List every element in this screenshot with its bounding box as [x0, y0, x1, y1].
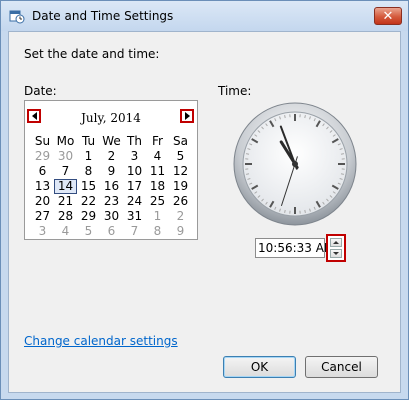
- calendar-day[interactable]: 4: [54, 224, 77, 239]
- calendar-day[interactable]: 23: [100, 194, 123, 209]
- weekday-header: Su: [34, 134, 51, 148]
- calendar-day[interactable]: 12: [169, 164, 192, 179]
- calendar-day[interactable]: 5: [169, 149, 192, 164]
- time-label: Time:: [218, 84, 252, 98]
- calendar-day[interactable]: 2: [169, 209, 192, 224]
- date-label: Date:: [24, 84, 57, 98]
- weekday-header: Tu: [81, 134, 96, 148]
- calendar-day[interactable]: 8: [77, 164, 100, 179]
- clock-minute-tick: [340, 153, 345, 155]
- cancel-button[interactable]: Cancel: [305, 356, 378, 378]
- clock-center: [292, 161, 298, 167]
- date-time-settings-window: Date and Time Settings ✕ Set the date an…: [0, 0, 409, 400]
- calendar-month-title[interactable]: July, 2014: [45, 111, 177, 125]
- clock-minute-tick: [304, 114, 306, 119]
- clock-minute-tick: [340, 173, 345, 175]
- calendar-day[interactable]: 29: [77, 209, 100, 224]
- calendar-day[interactable]: 25: [146, 194, 169, 209]
- calendar-day[interactable]: 1: [146, 209, 169, 224]
- calendar-day[interactable]: 7: [54, 164, 77, 179]
- clock-minute-tick: [304, 209, 306, 214]
- calendar-day[interactable]: 10: [123, 164, 146, 179]
- clock-minute-tick: [284, 209, 286, 214]
- calendar-day[interactable]: 21: [54, 194, 77, 209]
- close-button[interactable]: ✕: [374, 7, 402, 25]
- previous-month-button[interactable]: [27, 109, 41, 123]
- window-title: Date and Time Settings: [32, 9, 174, 23]
- time-spinner[interactable]: [326, 234, 346, 262]
- arrow-left-icon: [31, 112, 37, 120]
- calendar-day[interactable]: 26: [169, 194, 192, 209]
- weekday-header: Mo: [56, 134, 75, 148]
- calendar-day[interactable]: 6: [100, 224, 123, 239]
- calendar-day[interactable]: 1: [77, 149, 100, 164]
- clock-minute-tick: [284, 114, 286, 119]
- dialog-body: Set the date and time: Date: Time: July,…: [8, 31, 401, 393]
- calendar-day[interactable]: 28: [54, 209, 77, 224]
- arrow-down-icon: [333, 252, 339, 255]
- clock-minute-tick: [245, 173, 250, 175]
- time-down-button[interactable]: [330, 249, 342, 258]
- analog-clock: [233, 102, 357, 226]
- calendar-day[interactable]: 3: [123, 149, 146, 164]
- clock-minute-tick: [245, 153, 250, 155]
- calendar-clock-icon: [9, 10, 25, 24]
- calendar-grid: Su Mo Tu We Th Fr Sa 29 30 1 2 3 4 5 6 7 8 9 10 11 12 13 14 15 1…: [31, 134, 192, 239]
- calendar-day[interactable]: 16: [100, 179, 123, 194]
- change-calendar-settings-link[interactable]: Change calendar settings: [24, 334, 178, 348]
- calendar-day[interactable]: 11: [146, 164, 169, 179]
- close-icon: ✕: [382, 8, 394, 24]
- next-month-button[interactable]: [180, 109, 194, 123]
- calendar-day[interactable]: 22: [77, 194, 100, 209]
- calendar-day-selected[interactable]: 14: [54, 179, 77, 194]
- ok-button[interactable]: OK: [223, 356, 296, 378]
- weekday-header: Fr: [152, 134, 163, 148]
- calendar-day[interactable]: 4: [146, 149, 169, 164]
- calendar-day[interactable]: 29: [31, 149, 54, 164]
- calendar-day[interactable]: 24: [123, 194, 146, 209]
- calendar-day[interactable]: 3: [31, 224, 54, 239]
- calendar-day[interactable]: 30: [54, 149, 77, 164]
- calendar-day[interactable]: 17: [123, 179, 146, 194]
- arrow-right-icon: [184, 112, 190, 120]
- weekday-header: Sa: [173, 134, 188, 148]
- calendar-day[interactable]: 9: [100, 164, 123, 179]
- calendar-day[interactable]: 9: [169, 224, 192, 239]
- calendar-day[interactable]: 8: [146, 224, 169, 239]
- calendar-day[interactable]: 5: [77, 224, 100, 239]
- calendar-day[interactable]: 18: [146, 179, 169, 194]
- calendar: July, 2014 Su Mo Tu We Th Fr Sa 29 30 1 2 3 4 5 6 7 8 9 10…: [24, 100, 198, 240]
- time-input[interactable]: 10:56:33 AM: [255, 238, 334, 258]
- calendar-day[interactable]: 7: [123, 224, 146, 239]
- dialog-heading: Set the date and time:: [24, 47, 160, 61]
- arrow-up-icon: [333, 241, 339, 244]
- calendar-day[interactable]: 6: [31, 164, 54, 179]
- calendar-day[interactable]: 2: [100, 149, 123, 164]
- calendar-day[interactable]: 30: [100, 209, 123, 224]
- time-up-button[interactable]: [330, 238, 342, 247]
- weekday-header: We: [102, 134, 121, 148]
- calendar-day[interactable]: 27: [31, 209, 54, 224]
- calendar-day[interactable]: 19: [169, 179, 192, 194]
- title-bar: Date and Time Settings ✕: [1, 1, 408, 31]
- calendar-day[interactable]: 13: [31, 179, 54, 194]
- calendar-day[interactable]: 20: [31, 194, 54, 209]
- weekday-header: Th: [127, 134, 142, 148]
- calendar-day[interactable]: 15: [77, 179, 100, 194]
- calendar-day[interactable]: 31: [123, 209, 146, 224]
